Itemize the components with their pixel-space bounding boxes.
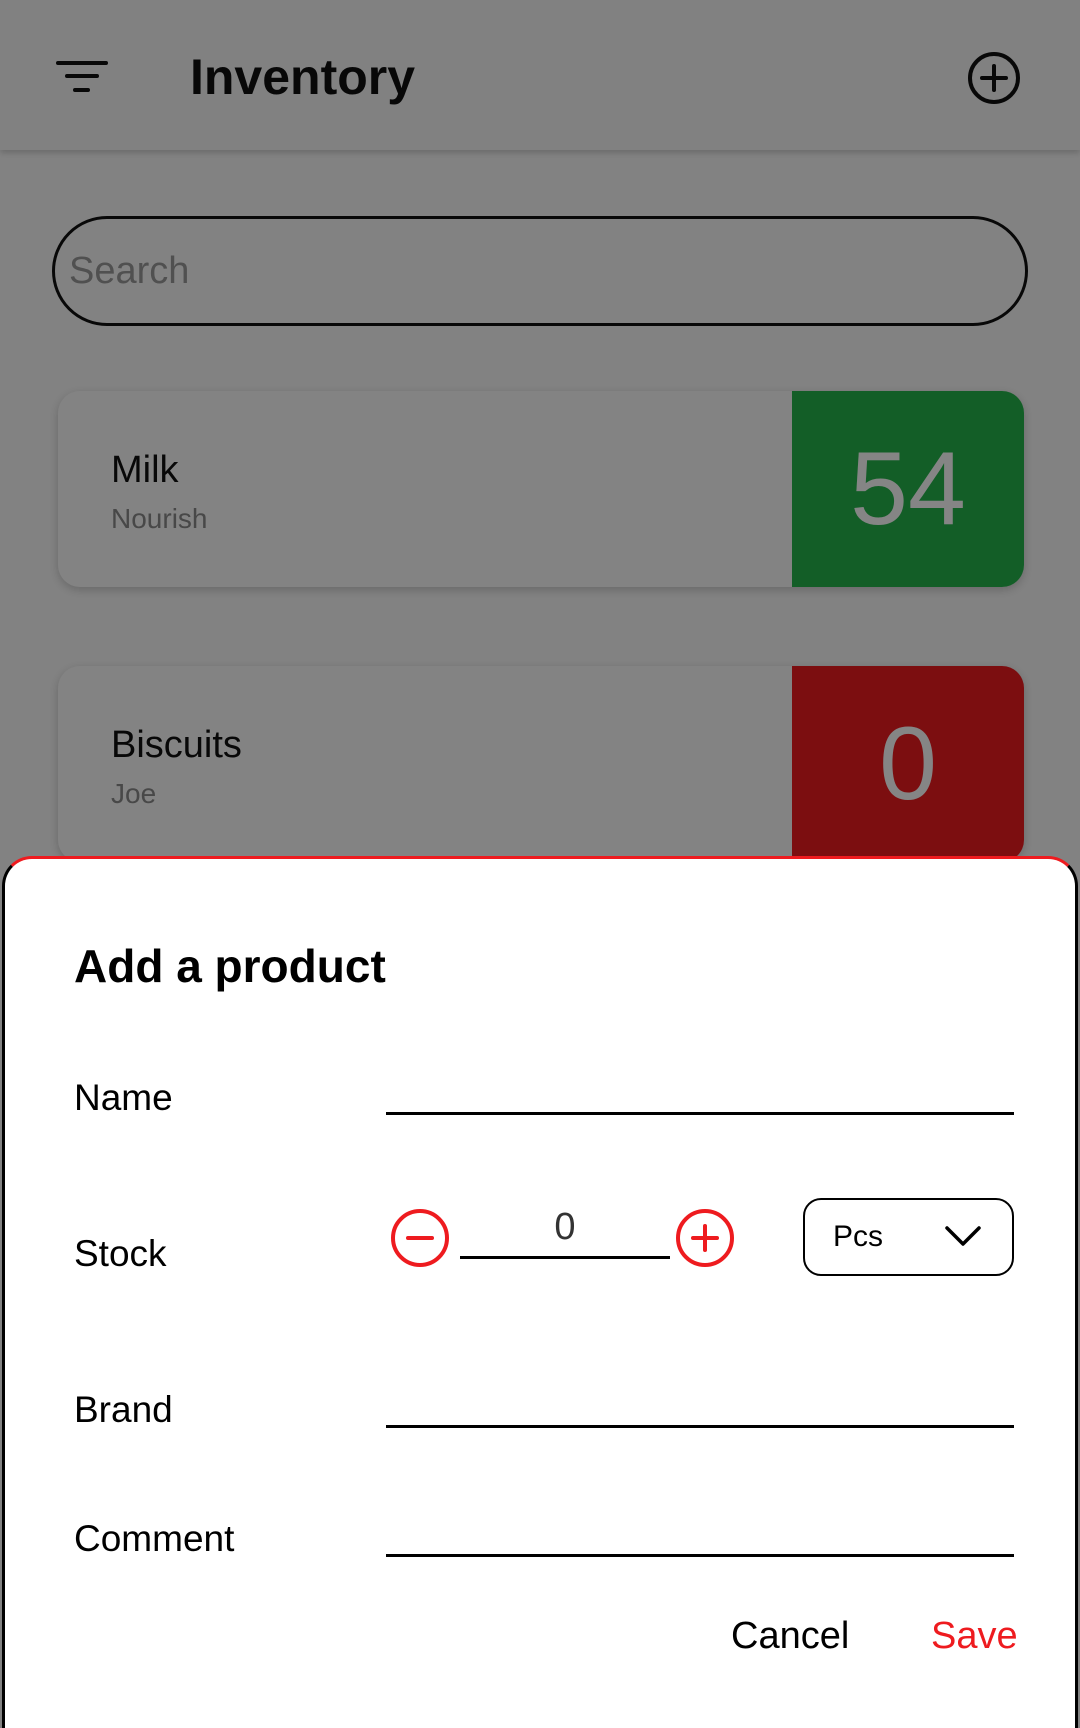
comment-field[interactable]	[386, 1501, 1014, 1557]
name-field[interactable]	[386, 1059, 1014, 1115]
brand-field[interactable]	[386, 1372, 1014, 1428]
minus-circle-icon[interactable]	[390, 1208, 450, 1268]
add-product-dialog: Add a product Name Stock Pcs Brand Comme…	[2, 856, 1078, 1728]
cancel-button[interactable]: Cancel	[731, 1615, 849, 1658]
stock-label: Stock	[74, 1233, 167, 1274]
unit-selected-value: Pcs	[833, 1220, 884, 1253]
name-label: Name	[74, 1077, 173, 1118]
stock-quantity-field[interactable]	[460, 1199, 670, 1259]
plus-circle-icon[interactable]	[675, 1208, 735, 1268]
save-button[interactable]: Save	[931, 1615, 1018, 1658]
brand-label: Brand	[74, 1389, 173, 1430]
chevron-down-icon	[945, 1226, 981, 1246]
comment-label: Comment	[74, 1518, 235, 1559]
dialog-title: Add a product	[74, 940, 386, 992]
unit-dropdown[interactable]: Pcs	[803, 1198, 1014, 1276]
